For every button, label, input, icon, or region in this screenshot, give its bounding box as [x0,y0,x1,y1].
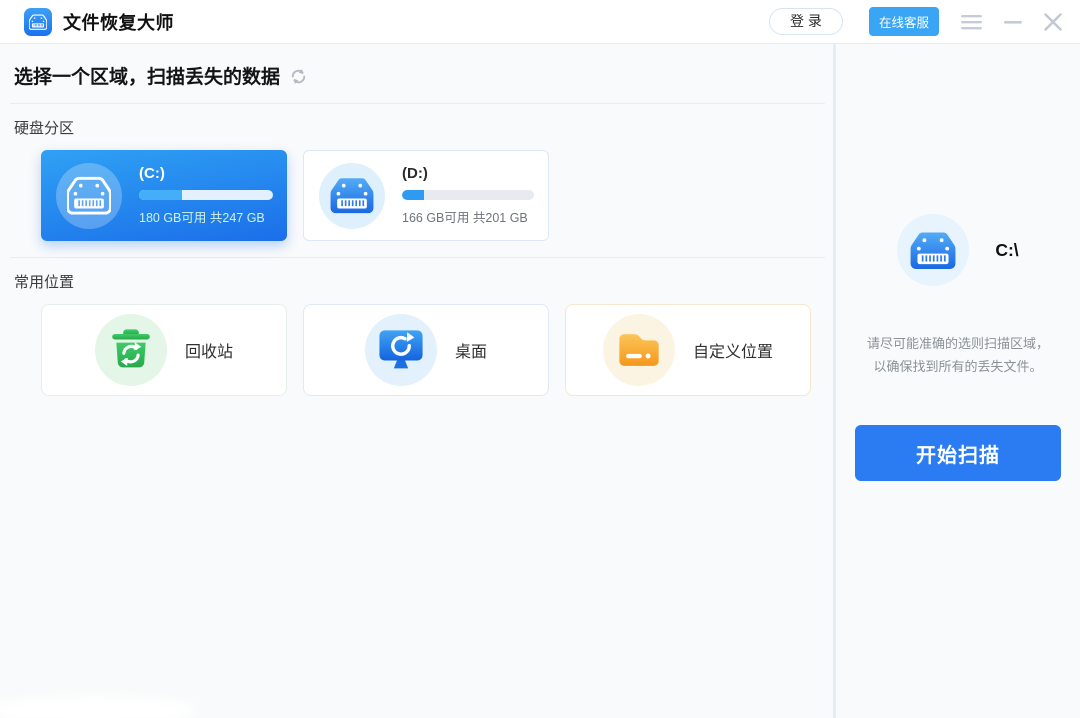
partitions-section-label: 硬盘分区 [14,117,833,138]
custom-location-label: 自定义位置 [693,338,773,362]
login-button[interactable]: 登 录 [769,8,843,35]
app-title: 文件恢复大师 [63,9,174,35]
location-card-recycle-bin[interactable]: 回收站 [41,304,287,396]
locations-section-label: 常用位置 [14,271,833,292]
selected-drive-name: C:\ [995,240,1018,261]
location-cards-row: 回收站 桌面 自定义位置 [41,304,833,396]
recycle-bin-label: 回收站 [185,338,233,362]
watermark-smudge [0,696,198,718]
recycle-bin-icon [95,314,167,386]
page-title: 选择一个区域，扫描丢失的数据 [14,62,280,89]
drive-c-name: (C:) [139,165,273,182]
selected-drive-icon [897,214,969,286]
close-icon[interactable] [1044,13,1062,31]
title-bar: 文件恢复大师 登 录 在线客服 [0,0,1080,44]
drive-cards-row: (C:) 180 GB可用 共247 GB (D:) 166 G [41,150,833,241]
scan-sidebar: C:\ 请尽可能准确的选则扫描区域， 以确保找到所有的丢失文件。 开始扫描 [836,44,1080,718]
menu-icon[interactable] [961,14,982,30]
desktop-label: 桌面 [455,338,487,362]
scan-hint-text: 请尽可能准确的选则扫描区域， 以确保找到所有的丢失文件。 [867,332,1049,378]
app-logo-icon [24,8,52,36]
drive-c-icon [56,163,122,229]
selected-drive-summary: C:\ [897,214,1018,286]
online-support-button[interactable]: 在线客服 [869,7,939,36]
drive-d-name: (D:) [402,165,534,182]
location-card-custom[interactable]: 自定义位置 [565,304,811,396]
folder-icon [603,314,675,386]
drive-card-d[interactable]: (D:) 166 GB可用 共201 GB [303,150,549,241]
drive-d-usage-text: 166 GB可用 共201 GB [402,207,534,226]
drive-c-usage-text: 180 GB可用 共247 GB [139,207,273,226]
minimize-icon[interactable] [1004,14,1022,30]
drive-c-usage-bar [139,190,273,200]
desktop-refresh-icon [365,314,437,386]
scan-area-panel: 选择一个区域，扫描丢失的数据 硬盘分区 (C:) 180 GB可用 共247 G… [0,44,833,718]
location-card-desktop[interactable]: 桌面 [303,304,549,396]
drive-d-usage-bar [402,190,534,200]
refresh-icon[interactable] [290,68,307,85]
drive-d-icon [319,163,385,229]
drive-card-c[interactable]: (C:) 180 GB可用 共247 GB [41,150,287,241]
start-scan-button[interactable]: 开始扫描 [855,425,1061,481]
